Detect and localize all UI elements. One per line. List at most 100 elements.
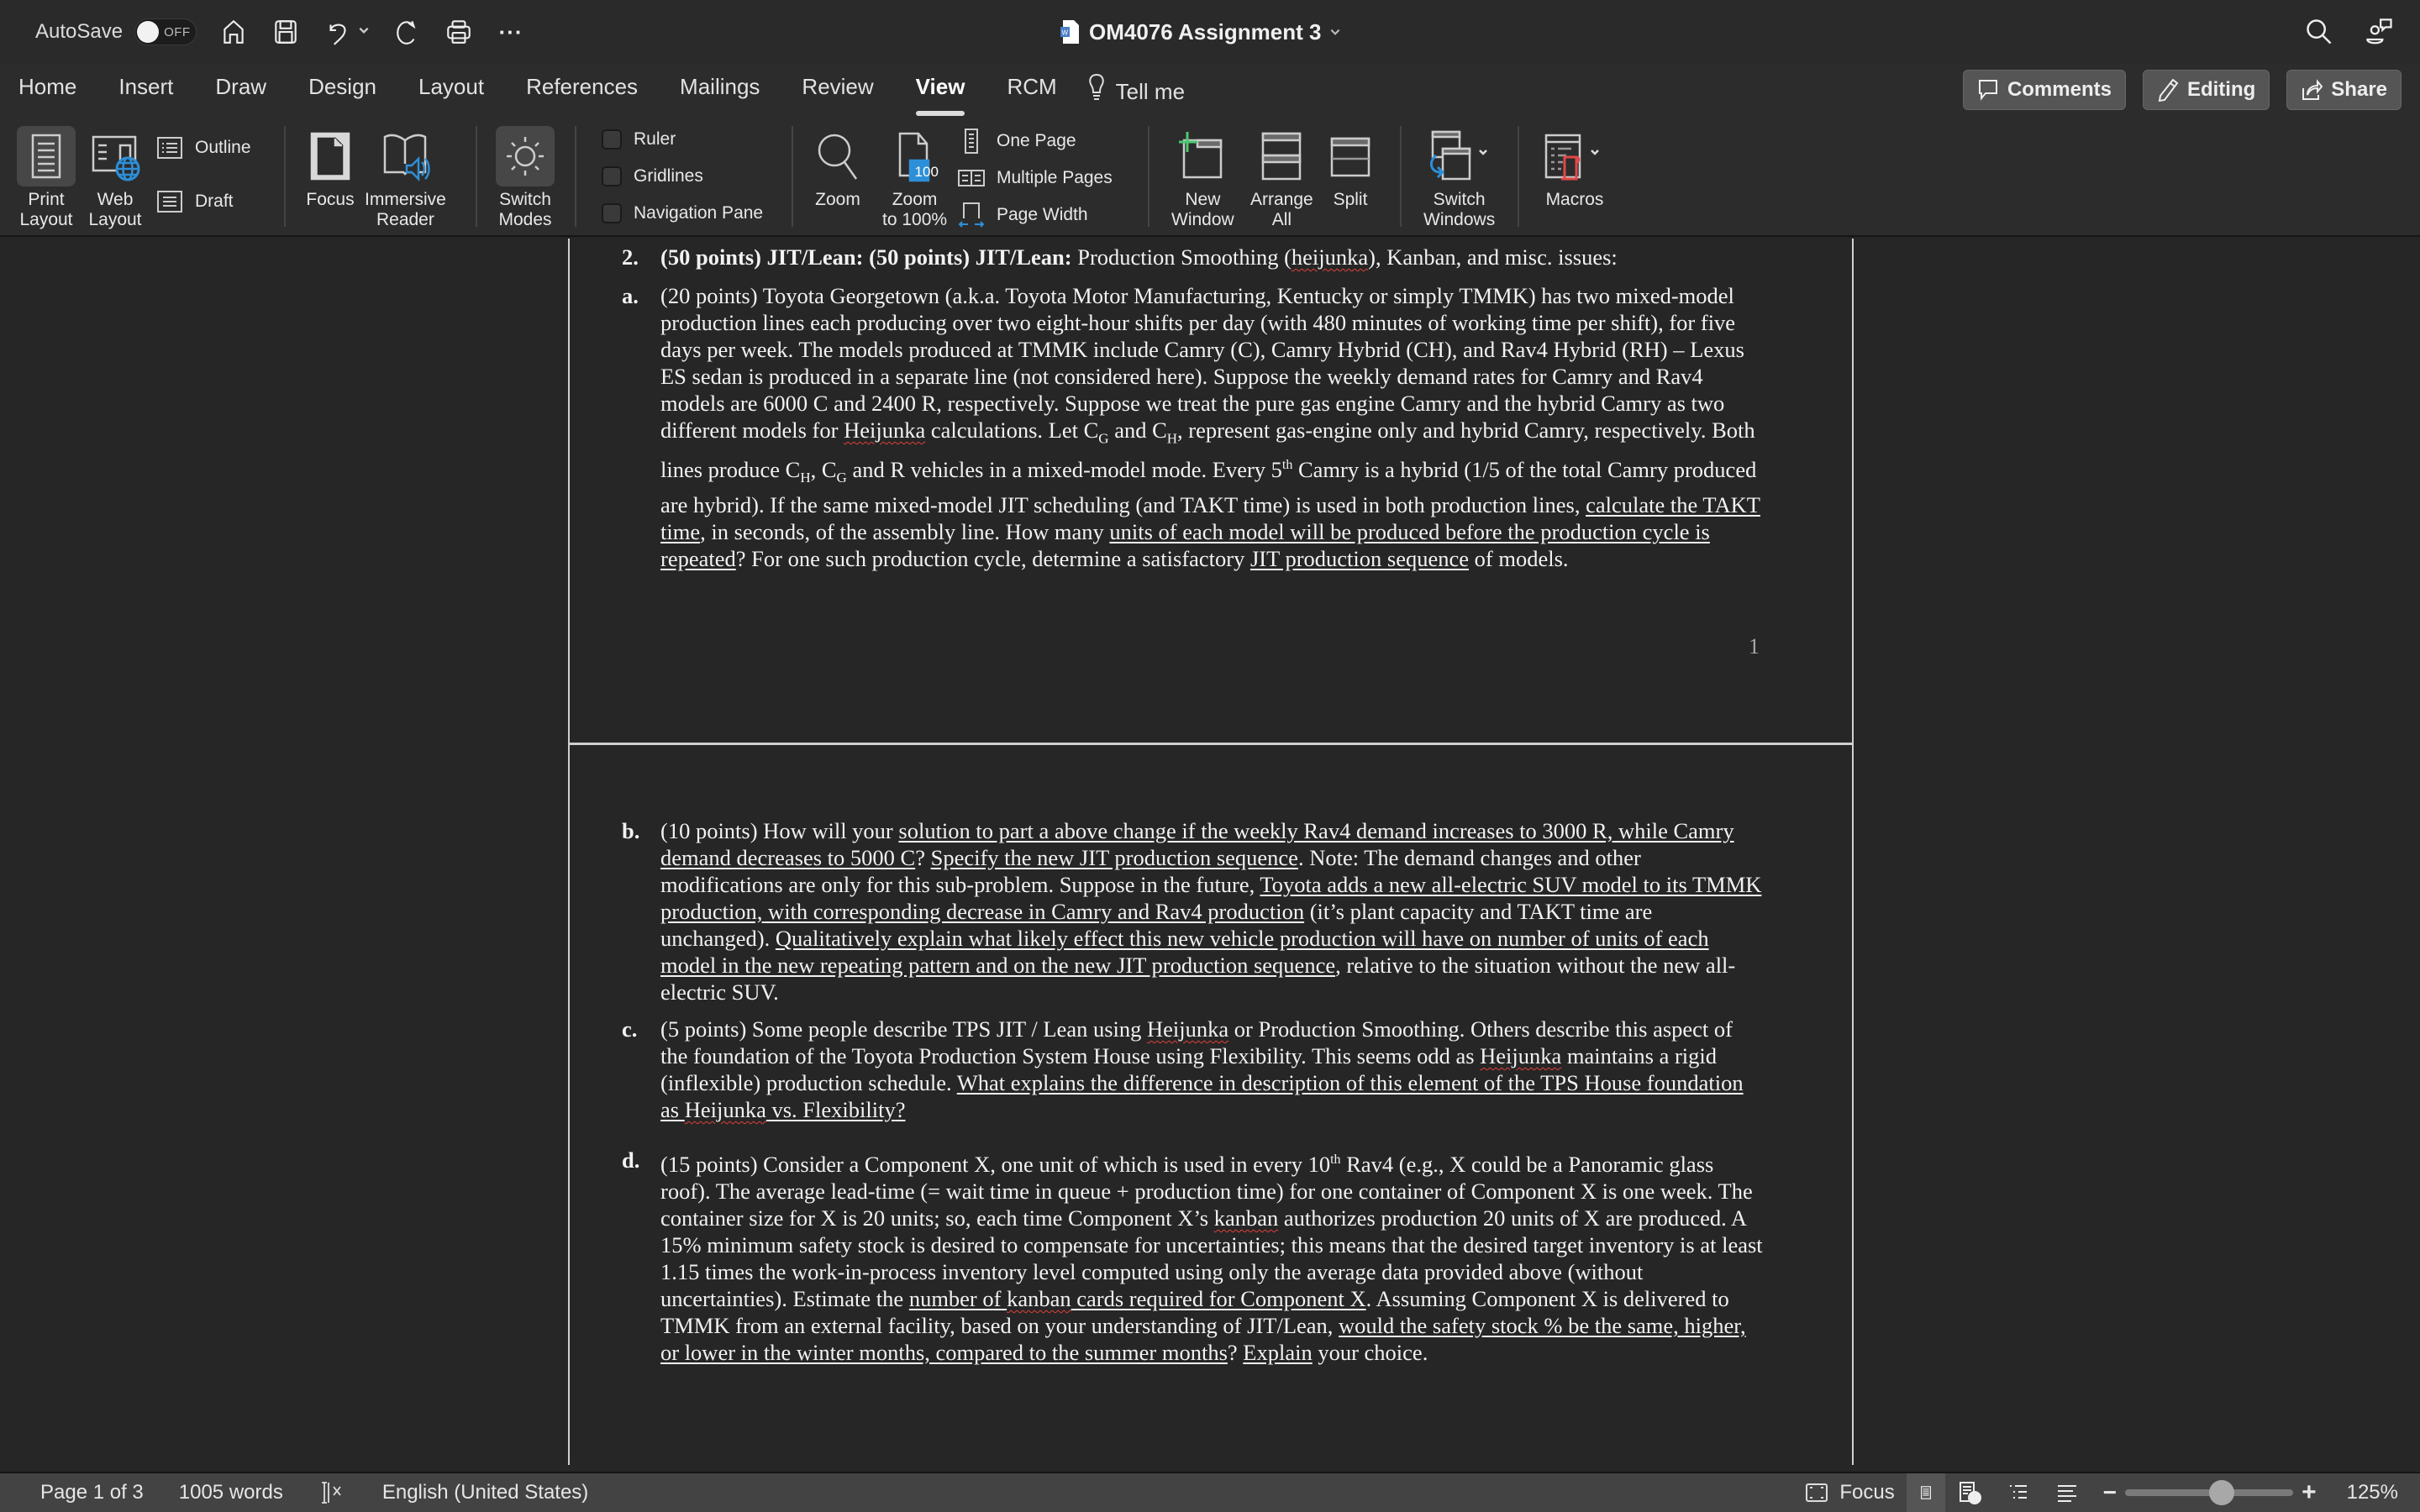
split-button[interactable]: Split xyxy=(1321,126,1380,210)
tab-home[interactable]: Home xyxy=(18,64,76,119)
tab-layout[interactable]: Layout xyxy=(418,64,484,119)
draft-view-button[interactable] xyxy=(2043,1473,2091,1512)
share-people-icon[interactable] xyxy=(2365,17,2395,47)
home-icon[interactable] xyxy=(218,17,249,47)
new-window-icon xyxy=(1179,132,1223,179)
proofing-icon[interactable] xyxy=(318,1480,347,1505)
part-label: b. xyxy=(622,818,640,843)
part-label: d. xyxy=(622,1147,640,1173)
spelling-error[interactable]: kanban xyxy=(1007,1286,1071,1311)
page-count[interactable]: Page 1 of 3 xyxy=(40,1481,144,1504)
outline-button[interactable]: Outline xyxy=(156,134,251,161)
outline-view-button[interactable] xyxy=(1994,1473,2043,1512)
print-layout-view-button[interactable] xyxy=(1906,1473,1945,1512)
zoom-label: Zoom xyxy=(815,190,860,209)
draft-label: Draft xyxy=(195,192,234,211)
macros-label: Macros xyxy=(1545,190,1604,209)
tab-draw[interactable]: Draw xyxy=(215,64,266,119)
subscript: G xyxy=(1098,430,1109,447)
web-layout-icon xyxy=(1959,1482,1981,1504)
zoom-level[interactable]: 125% xyxy=(2347,1481,2398,1504)
spelling-error[interactable]: Heijunka xyxy=(685,1097,766,1122)
spelling-error[interactable]: Heijunka xyxy=(1480,1043,1561,1068)
focus-button[interactable]: Focus xyxy=(301,126,360,210)
split-label: Split xyxy=(1333,190,1368,209)
gridlines-checkbox-box[interactable] xyxy=(602,166,622,186)
multiple-pages-label: Multiple Pages xyxy=(997,168,1113,187)
immersive-reader-button[interactable]: Immersive Reader xyxy=(365,126,446,230)
spelling-error[interactable]: heijunka xyxy=(1292,244,1368,270)
tab-view[interactable]: View xyxy=(915,64,965,119)
autosave-state: OFF xyxy=(164,25,191,39)
document-title[interactable]: W OM4076 Assignment 3 xyxy=(1060,0,1341,64)
outline-label: Outline xyxy=(195,138,251,157)
ribbon-separator xyxy=(1518,126,1519,227)
new-window-button[interactable]: New Window xyxy=(1171,126,1234,230)
status-bar: Page 1 of 3 1005 words English (United S… xyxy=(0,1472,2420,1512)
tab-references[interactable]: References xyxy=(526,64,638,119)
web-layout-button[interactable]: Web Layout xyxy=(86,126,145,230)
print-icon[interactable] xyxy=(444,17,474,47)
share-button[interactable]: Share xyxy=(2286,70,2402,110)
underlined-instruction: JIT production sequence xyxy=(1249,546,1470,572)
zoom-in-button[interactable]: + xyxy=(2302,1478,2317,1507)
text: Production Smoothing ( xyxy=(1071,244,1292,270)
tab-review[interactable]: Review xyxy=(802,64,873,119)
spelling-error[interactable]: Heijunka xyxy=(1147,1016,1228,1042)
editing-button[interactable]: Editing xyxy=(2142,70,2270,110)
new-window-label: New Window xyxy=(1171,190,1234,229)
toggle-knob xyxy=(137,21,160,43)
tab-design[interactable]: Design xyxy=(308,64,376,119)
arrange-all-button[interactable]: Arrange All xyxy=(1250,126,1313,230)
macros-button[interactable]: Macros xyxy=(1539,126,1610,210)
arrange-all-label: Arrange All xyxy=(1250,190,1313,229)
navigation-pane-checkbox-box[interactable] xyxy=(602,203,622,223)
redo-icon[interactable] xyxy=(392,17,422,47)
focus-mode-button[interactable]: Focus xyxy=(1792,1473,1906,1512)
zoom-slider-thumb[interactable] xyxy=(2209,1480,2235,1505)
superscript: th xyxy=(1330,1152,1341,1167)
language-label[interactable]: English (United States) xyxy=(382,1481,588,1504)
zoom-100-button[interactable]: 100 Zoom to 100% xyxy=(882,126,947,230)
print-layout-icon xyxy=(1920,1486,1931,1499)
tab-mailings[interactable]: Mailings xyxy=(680,64,760,119)
page-width-button[interactable]: Page Width xyxy=(958,202,1088,228)
multiple-pages-button[interactable]: Multiple Pages xyxy=(958,165,1113,192)
spelling-error[interactable]: Heijunka xyxy=(844,417,925,443)
web-layout-view-button[interactable] xyxy=(1945,1473,1994,1512)
document-title-text: OM4076 Assignment 3 xyxy=(1089,18,1322,45)
tab-rcm[interactable]: RCM xyxy=(1007,64,1056,119)
share-icon xyxy=(2302,79,2323,100)
draft-button[interactable]: Draft xyxy=(156,188,234,215)
comments-button[interactable]: Comments xyxy=(1962,70,2126,110)
underlined-instruction: cards required for Component X xyxy=(1071,1285,1366,1311)
autosave-toggle[interactable]: OFF xyxy=(134,18,197,45)
search-icon[interactable] xyxy=(2304,17,2334,47)
word-count[interactable]: 1005 words xyxy=(179,1481,283,1504)
undo-icon[interactable] xyxy=(323,17,353,47)
switch-modes-button[interactable]: Switch Modes xyxy=(496,126,555,230)
document-canvas[interactable]: 2. (50 points) JIT/Lean: (50 points) JIT… xyxy=(0,239,2420,1465)
navigation-pane-checkbox[interactable]: Navigation Pane xyxy=(602,203,763,223)
ribbon-separator xyxy=(575,126,576,227)
ruler-checkbox-box[interactable] xyxy=(602,129,622,150)
save-icon[interactable] xyxy=(271,17,301,47)
web-layout-label: Web Layout xyxy=(88,190,142,229)
zoom-100-label: Zoom to 100% xyxy=(882,190,948,229)
spelling-error[interactable]: kanban xyxy=(1214,1205,1279,1231)
tell-me-search[interactable]: Tell me xyxy=(1087,64,1185,119)
switch-windows-button[interactable]: Switch Windows xyxy=(1423,126,1495,230)
zoom-slider[interactable] xyxy=(2125,1473,2294,1512)
one-page-button[interactable]: One Page xyxy=(958,128,1076,155)
ribbon-separator xyxy=(476,126,477,227)
underlined-instruction: Specify the new JIT production sequence xyxy=(930,845,1298,870)
zoom-button[interactable]: Zoom xyxy=(808,126,867,210)
zoom-out-button[interactable]: − xyxy=(2103,1479,2117,1506)
page-width-label: Page Width xyxy=(997,205,1088,224)
more-icon[interactable]: ··· xyxy=(496,17,526,47)
ruler-checkbox[interactable]: Ruler xyxy=(602,129,676,150)
gridlines-checkbox[interactable]: Gridlines xyxy=(602,166,703,186)
print-layout-button[interactable]: Print Layout xyxy=(17,126,76,230)
undo-dropdown-icon[interactable] xyxy=(358,24,370,40)
tab-insert[interactable]: Insert xyxy=(118,64,173,119)
